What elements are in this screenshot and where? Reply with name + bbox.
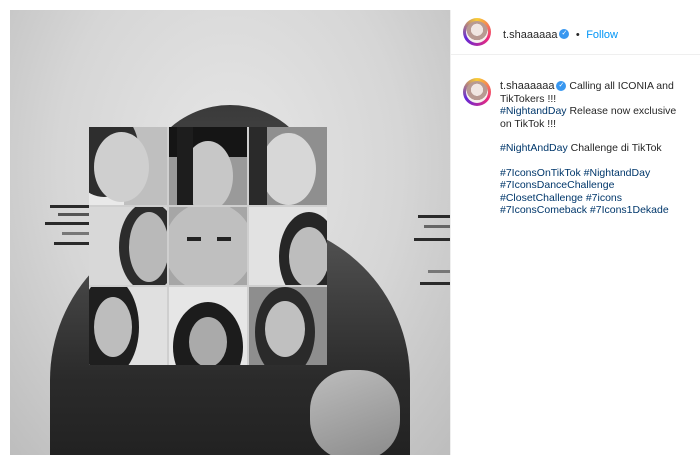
photo-collage-grid — [89, 127, 327, 365]
hashtag-link[interactable]: #NightandDay — [584, 167, 651, 179]
caption-line: t.shaaaaaa ✓ Calling all ICONIA and TikTo… — [500, 80, 690, 105]
hashtag-link[interactable]: #7icons — [586, 192, 622, 204]
glitch-line — [414, 238, 450, 241]
hashtag-link[interactable]: #7IconsOnTikTok — [500, 167, 581, 179]
caption-hashtags: #7IconsOnTikTok #NightandDay #7IconsDanc… — [500, 167, 690, 217]
post-side-panel: t.shaaaaaa ✓ • Follow t.shaaaaaa ✓ Calling… — [450, 10, 700, 455]
follow-button[interactable]: Follow — [586, 29, 618, 41]
collage-tile — [89, 287, 167, 365]
image-hand — [310, 370, 400, 455]
glitch-line — [62, 232, 90, 235]
post-header: t.shaaaaaa ✓ • Follow — [451, 10, 700, 55]
caption-avatar[interactable] — [463, 78, 491, 106]
profile-avatar[interactable] — [463, 18, 491, 46]
glitch-line — [418, 215, 450, 218]
glitch-line — [420, 282, 450, 285]
glitch-line — [50, 205, 90, 208]
collage-tile — [89, 127, 167, 205]
caption-text: Challenge di TikTok — [567, 142, 662, 154]
collage-tile — [169, 127, 247, 205]
separator-dot: • — [575, 29, 580, 41]
hashtag-link[interactable]: #7IconsComeback — [500, 204, 587, 216]
hashtag-link[interactable]: #NightAndDay — [500, 142, 568, 154]
post-image[interactable] — [10, 10, 450, 455]
collage-tile — [249, 127, 327, 205]
verified-badge-icon: ✓ — [559, 28, 570, 39]
collage-tile — [169, 287, 247, 365]
post-caption: t.shaaaaaa ✓ Calling all ICONIA and TikTo… — [500, 80, 690, 217]
verified-badge-icon: ✓ — [556, 81, 567, 92]
hashtag-link[interactable]: #7Icons1Dekade — [590, 204, 669, 216]
collage-tile — [89, 207, 167, 285]
glitch-line — [45, 222, 90, 225]
caption-username-link[interactable]: t.shaaaaaa — [500, 80, 554, 92]
hashtag-link[interactable]: #ClosetChallenge — [500, 192, 583, 204]
hashtag-link[interactable]: #NightandDay — [500, 105, 567, 117]
hashtag-link[interactable]: #7IconsDanceChallenge — [500, 179, 614, 191]
post-header-info: t.shaaaaaa ✓ • Follow — [503, 25, 618, 43]
collage-tile — [249, 287, 327, 365]
glitch-line — [428, 270, 450, 273]
caption-line: #NightandDay Release now exclusive on Ti… — [500, 105, 690, 130]
collage-tile — [169, 207, 247, 285]
glitch-line — [424, 225, 450, 228]
caption-line: #NightAndDay Challenge di TikTok — [500, 142, 690, 155]
glitch-line — [54, 242, 90, 245]
glitch-line — [58, 213, 90, 216]
username-link[interactable]: t.shaaaaaa — [503, 29, 557, 41]
collage-tile — [249, 207, 327, 285]
